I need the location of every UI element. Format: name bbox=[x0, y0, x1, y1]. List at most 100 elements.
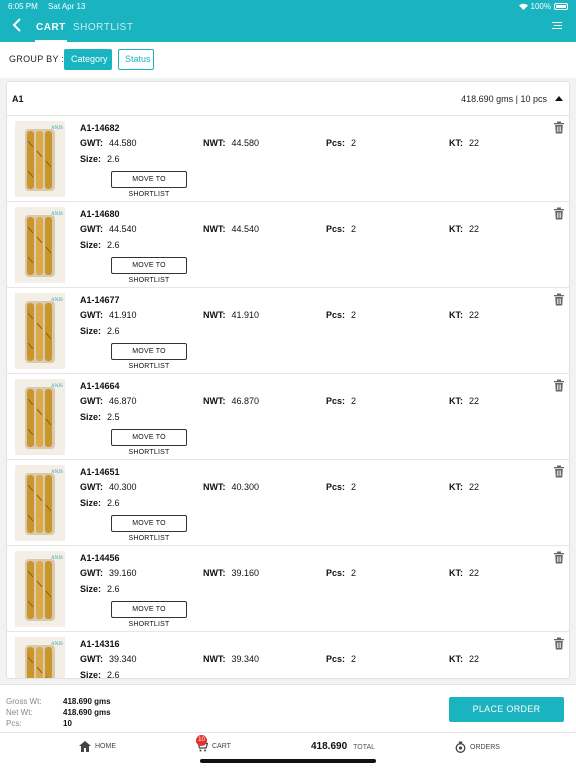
trash-icon[interactable] bbox=[553, 379, 565, 392]
gwt-value: 44.540 bbox=[109, 224, 137, 234]
cart-item-row: ANJS A1-14682 GWT: 44.580 NWT: 44.580 Pcs: 2 KT:… bbox=[7, 116, 569, 202]
cart-item-row: ANJS A1-14680 GWT: 44.540 NWT: 44.540 Pcs: 2 KT:… bbox=[7, 202, 569, 288]
product-image[interactable]: ANJS bbox=[15, 121, 65, 197]
nwt-field: NWT: 44.540 bbox=[203, 224, 259, 234]
section-header[interactable]: A1 418.690 gms | 10 pcs bbox=[7, 82, 569, 116]
gross-wt-value: 418.690 gms bbox=[63, 697, 111, 706]
gwt-value: 39.160 bbox=[109, 568, 137, 578]
nwt-value: 39.160 bbox=[231, 568, 260, 578]
group-by-category-chip[interactable]: Category bbox=[64, 49, 112, 70]
size-value: 2.5 bbox=[107, 412, 120, 422]
gwt-field: GWT: 40.300 bbox=[80, 482, 137, 492]
size-value: 2.6 bbox=[107, 240, 120, 250]
kt-value: 22 bbox=[469, 396, 480, 406]
size-field: Size: 2.6 bbox=[80, 498, 120, 508]
pcs-label: Pcs: bbox=[326, 138, 346, 148]
size-field: Size: 2.6 bbox=[80, 240, 120, 250]
kt-value: 22 bbox=[469, 310, 480, 320]
trash-icon[interactable] bbox=[553, 207, 565, 220]
place-order-button[interactable]: PLACE ORDER bbox=[449, 697, 564, 722]
cart-count-badge: 10 bbox=[196, 735, 207, 746]
size-label: Size: bbox=[80, 240, 102, 250]
nwt-label: NWT: bbox=[203, 568, 226, 578]
move-to-shortlist-button[interactable]: MOVE TO SHORTLIST bbox=[111, 601, 187, 628]
gwt-label: GWT: bbox=[80, 654, 103, 664]
collapse-icon[interactable] bbox=[555, 96, 563, 101]
nav-bar: CART SHORTLIST bbox=[0, 13, 576, 42]
pcs-value: 2 bbox=[351, 482, 357, 492]
size-label: Size: bbox=[80, 584, 102, 594]
gwt-value: 46.870 bbox=[109, 396, 137, 406]
nwt-value: 46.870 bbox=[231, 396, 260, 406]
item-code: A1-14682 bbox=[80, 123, 120, 133]
trash-icon[interactable] bbox=[553, 551, 565, 564]
size-value: 2.6 bbox=[107, 670, 120, 679]
product-image[interactable]: ANJS bbox=[15, 637, 65, 678]
nwt-field: NWT: 41.910 bbox=[203, 310, 259, 320]
total-value: 418.690 bbox=[311, 741, 348, 752]
tab-cart[interactable]: CART bbox=[35, 13, 67, 42]
group-by-label: GROUP BY : bbox=[9, 54, 65, 64]
size-value: 2.6 bbox=[107, 584, 120, 594]
trash-icon[interactable] bbox=[553, 293, 565, 306]
pcs-label: Pcs: bbox=[326, 310, 346, 320]
product-image[interactable]: ANJS bbox=[15, 465, 65, 541]
tab-shortlist[interactable]: SHORTLIST bbox=[73, 13, 133, 42]
kt-label: KT: bbox=[449, 310, 463, 320]
pcs-label: Pcs: bbox=[6, 719, 22, 728]
trash-icon[interactable] bbox=[553, 465, 565, 478]
nav-orders-label: ORDERS bbox=[470, 743, 500, 751]
gwt-field: GWT: 39.340 bbox=[80, 654, 137, 664]
order-summary-footer: Gross Wt: 418.690 gms Net Wt: 418.690 gm… bbox=[0, 684, 576, 732]
group-by-status-chip[interactable]: Status bbox=[118, 49, 154, 70]
cart-item-row: ANJS A1-14664 GWT: 46.870 NWT: 46.870 Pcs: 2 KT:… bbox=[7, 374, 569, 460]
move-to-shortlist-button[interactable]: MOVE TO SHORTLIST bbox=[111, 257, 187, 284]
nav-orders[interactable]: ORDERS bbox=[455, 741, 500, 753]
gwt-field: GWT: 44.540 bbox=[80, 224, 137, 234]
pcs-label: Pcs: bbox=[326, 482, 346, 492]
trash-icon[interactable] bbox=[553, 637, 565, 650]
gwt-field: GWT: 41.910 bbox=[80, 310, 137, 320]
pcs-field: Pcs: 2 bbox=[326, 396, 356, 406]
svg-text:ANJS: ANJS bbox=[51, 384, 63, 389]
product-image[interactable]: ANJS bbox=[15, 551, 65, 627]
pcs-field: Pcs: 2 bbox=[326, 654, 356, 664]
size-field: Size: 2.6 bbox=[80, 326, 120, 336]
kt-label: KT: bbox=[449, 568, 463, 578]
gwt-label: GWT: bbox=[80, 482, 103, 492]
item-code: A1-14677 bbox=[80, 295, 120, 305]
product-image[interactable]: ANJS bbox=[15, 379, 65, 455]
kt-field: KT: 22 bbox=[449, 396, 479, 406]
nwt-label: NWT: bbox=[203, 310, 226, 320]
size-label: Size: bbox=[80, 670, 102, 679]
kt-field: KT: 22 bbox=[449, 310, 479, 320]
section-title: A1 bbox=[12, 94, 24, 104]
pcs-label: Pcs: bbox=[326, 654, 346, 664]
nwt-field: NWT: 44.580 bbox=[203, 138, 259, 148]
trash-icon[interactable] bbox=[553, 121, 565, 134]
move-to-shortlist-button[interactable]: MOVE TO SHORTLIST bbox=[111, 171, 187, 198]
move-to-shortlist-button[interactable]: MOVE TO SHORTLIST bbox=[111, 515, 187, 542]
gwt-value: 44.580 bbox=[109, 138, 137, 148]
svg-text:ANJS: ANJS bbox=[51, 212, 63, 217]
back-icon[interactable] bbox=[10, 18, 24, 36]
pcs-value: 2 bbox=[351, 224, 357, 234]
kt-label: KT: bbox=[449, 138, 463, 148]
category-section-card: A1 418.690 gms | 10 pcs ANJS A1-14682 GWT:… bbox=[6, 81, 570, 679]
home-icon bbox=[79, 741, 91, 752]
size-label: Size: bbox=[80, 326, 102, 336]
nwt-field: NWT: 39.160 bbox=[203, 568, 259, 578]
kt-label: KT: bbox=[449, 224, 463, 234]
battery-icon bbox=[554, 3, 568, 10]
pcs-field: Pcs: 2 bbox=[326, 310, 356, 320]
move-to-shortlist-button[interactable]: MOVE TO SHORTLIST bbox=[111, 429, 187, 456]
pcs-label: Pcs: bbox=[326, 224, 346, 234]
nav-home[interactable]: HOME bbox=[79, 741, 116, 752]
product-image[interactable]: ANJS bbox=[15, 293, 65, 369]
kt-value: 22 bbox=[469, 482, 480, 492]
menu-icon[interactable] bbox=[552, 22, 562, 32]
item-code: A1-14456 bbox=[80, 553, 120, 563]
product-image[interactable]: ANJS bbox=[15, 207, 65, 283]
svg-text:ANJS: ANJS bbox=[51, 470, 63, 475]
move-to-shortlist-button[interactable]: MOVE TO SHORTLIST bbox=[111, 343, 187, 370]
